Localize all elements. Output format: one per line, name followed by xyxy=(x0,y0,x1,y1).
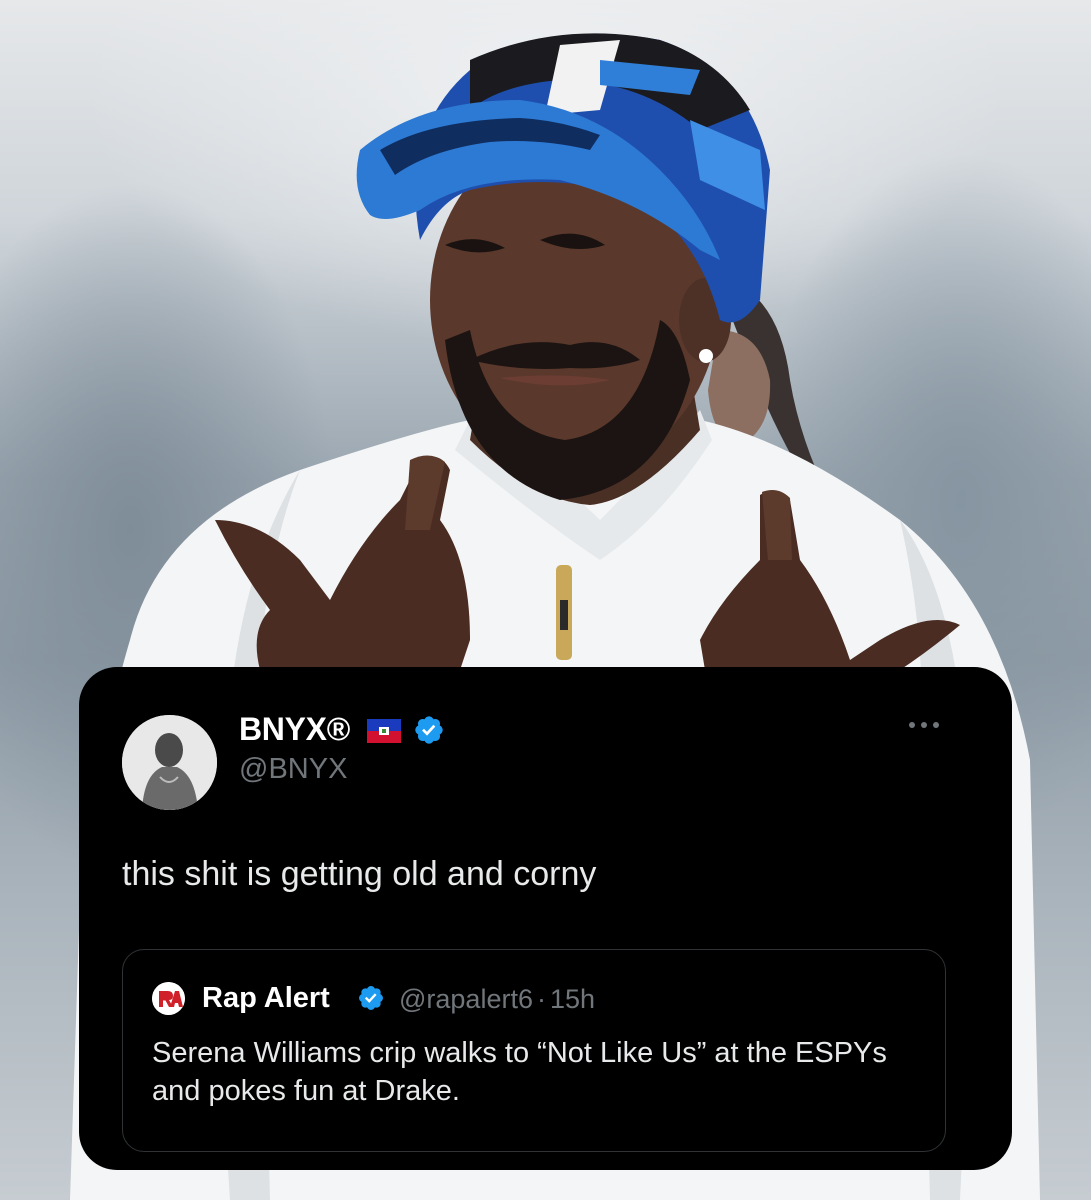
haiti-flag-icon xyxy=(367,719,401,743)
more-options-icon[interactable] xyxy=(905,715,943,735)
quote-verified-badge-icon xyxy=(359,986,383,1010)
quote-avatar[interactable] xyxy=(152,982,185,1015)
verified-badge-icon xyxy=(415,716,443,744)
quote-meta: @rapalert6 · 15h xyxy=(399,984,595,1015)
quote-text: Serena Williams crip walks to “Not Like … xyxy=(152,1037,887,1107)
user-avatar[interactable] xyxy=(122,715,217,810)
quoted-tweet[interactable]: Rap Alert @rapalert6 · 15h Serena Williams… xyxy=(122,949,946,1152)
quote-display-name[interactable]: Rap Alert xyxy=(202,982,330,1015)
tweet-card[interactable]: BNYX® @BNYX this shit is getting old and… xyxy=(79,667,1012,1170)
display-name[interactable]: BNYX® xyxy=(239,711,350,748)
quote-timestamp[interactable]: 15h xyxy=(550,984,595,1014)
user-handle[interactable]: @BNYX xyxy=(239,753,347,786)
quote-separator: · xyxy=(536,984,546,1014)
quote-handle[interactable]: @rapalert6 xyxy=(399,984,533,1014)
tweet-text: this shit is getting old and corny xyxy=(122,855,597,893)
